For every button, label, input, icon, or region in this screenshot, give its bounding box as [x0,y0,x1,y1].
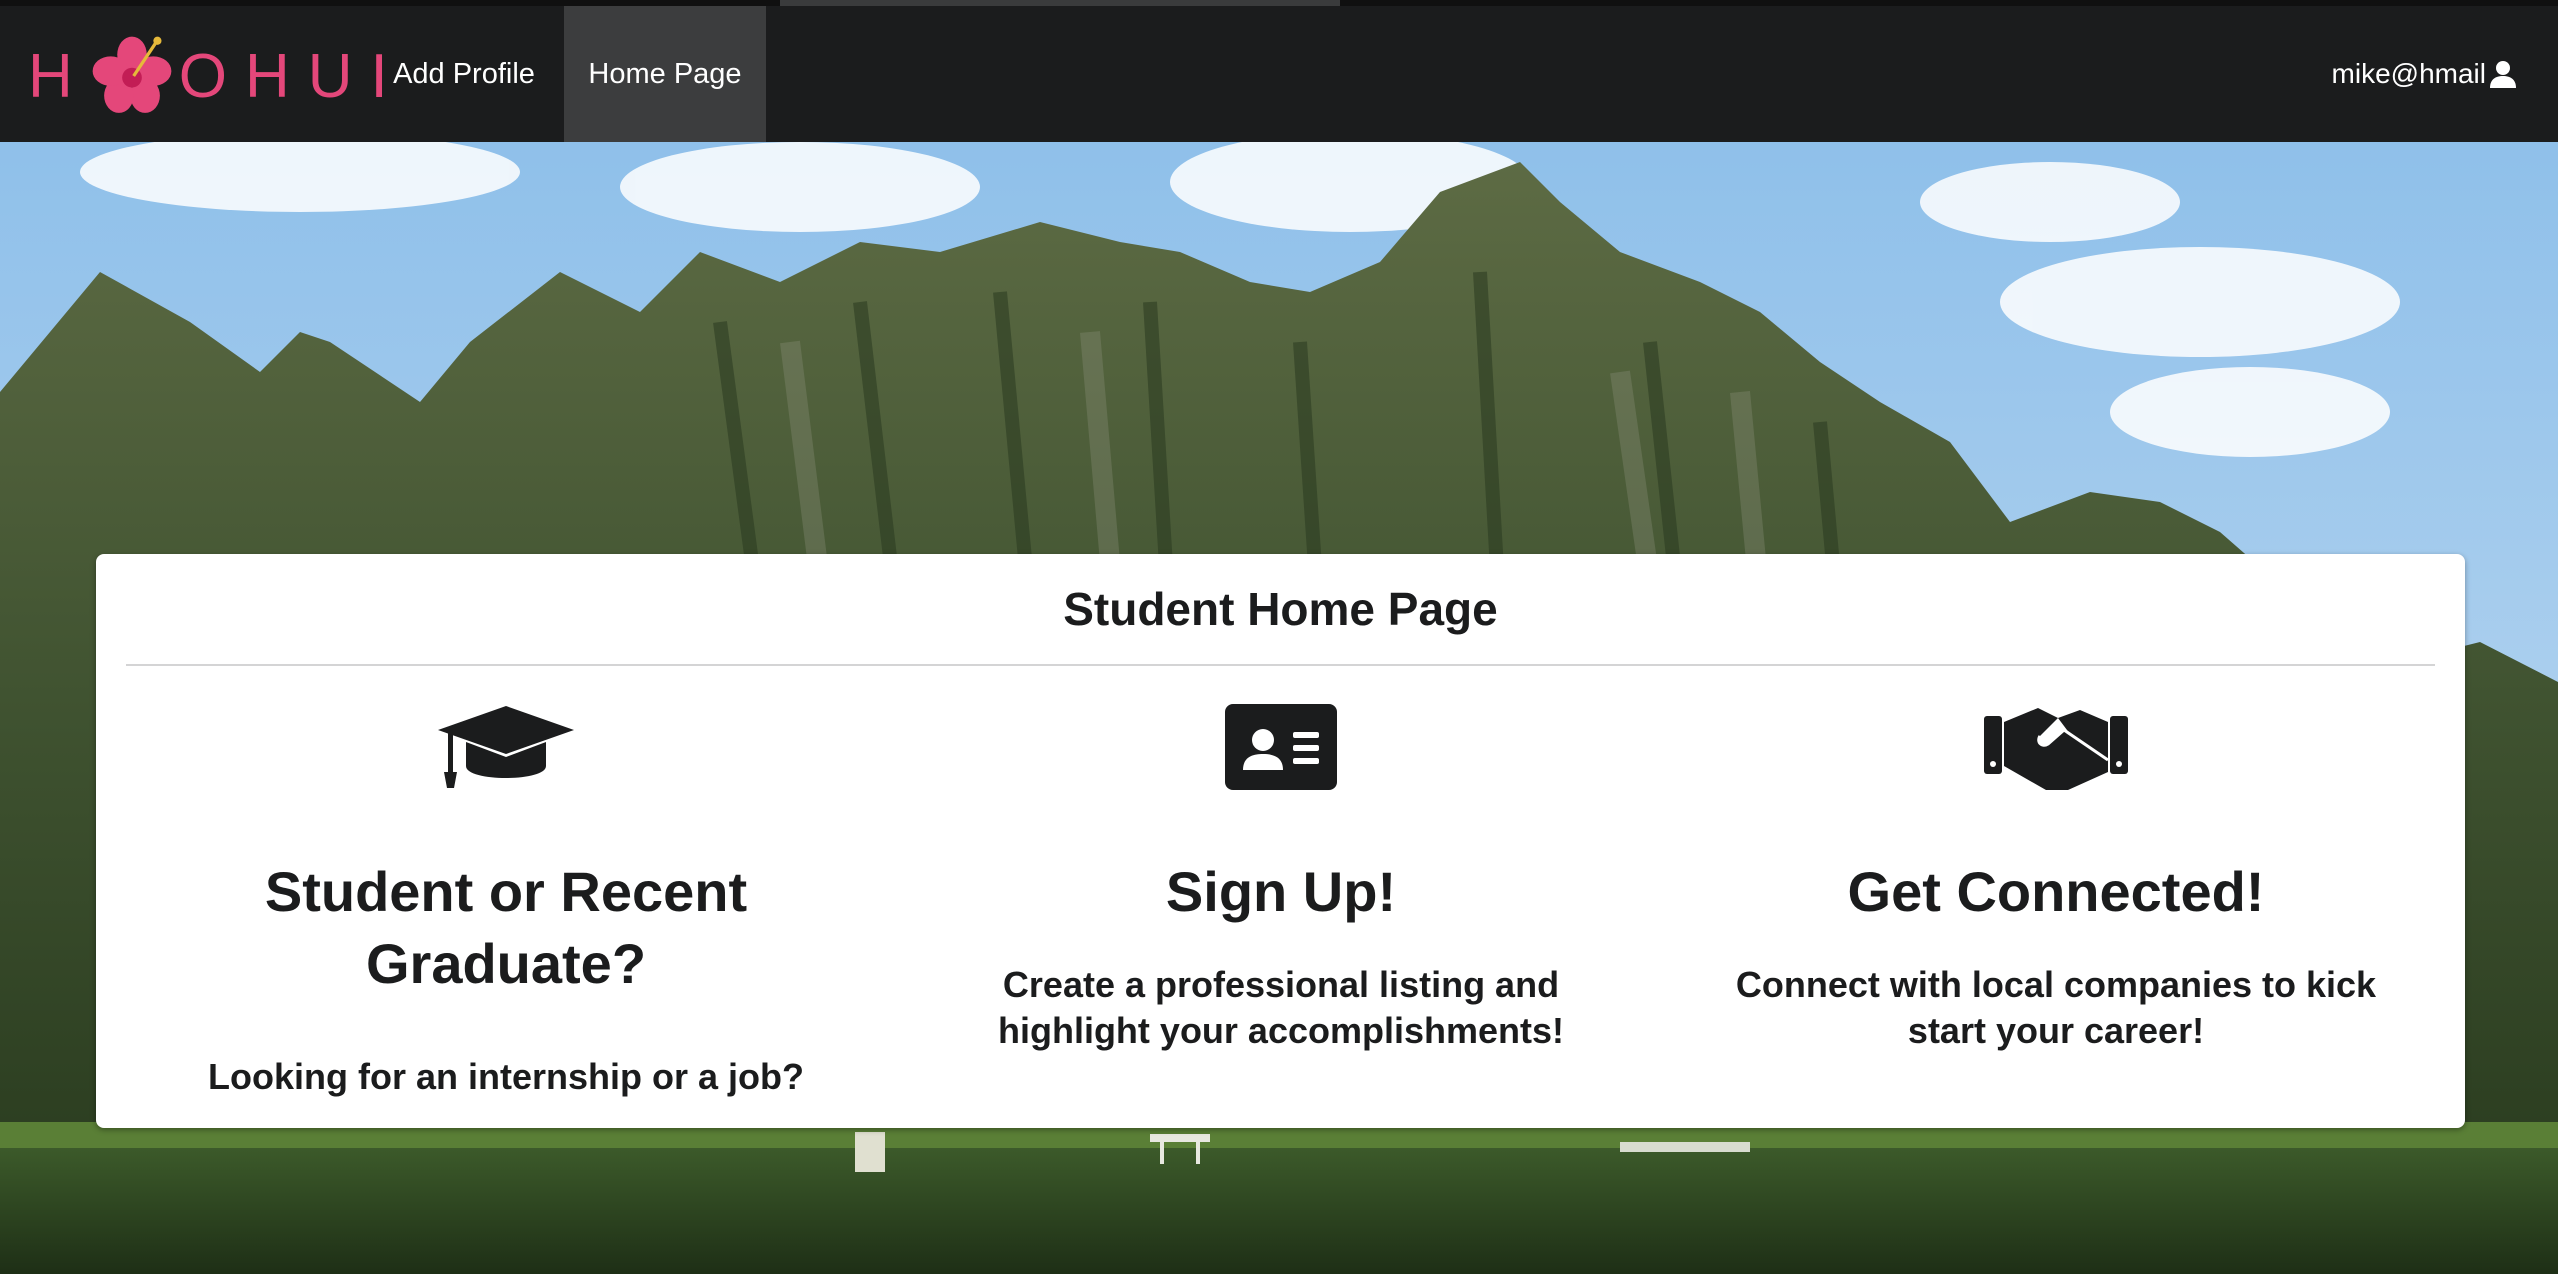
graduation-cap-icon [438,706,574,788]
page-title: Student Home Page [126,554,2435,666]
user-menu[interactable]: mike@hmail [2332,6,2518,142]
hibiscus-icon [92,36,172,113]
navbar-top-accent [780,0,1340,6]
handshake-icon [1984,708,2128,790]
sign-up-heading: Sign Up! [1165,860,1397,923]
id-card-icon [1225,704,1337,790]
student-home-card: Student Home Page Student or Recent Grad… [96,554,2465,1128]
top-navbar: H OHUI Add Profile Home Page mike@hmail [0,0,2558,142]
get-connected-heading: Get Connected! [1847,860,2265,923]
get-connected-column: Get Connected! Connect with local compan… [1671,704,2441,1054]
nav-home-page[interactable]: Home Page [564,6,766,142]
user-icon [2490,61,2516,88]
logo-letter-h: H [28,41,91,111]
sign-up-column: Sign Up! Create a professional listing a… [896,704,1666,1054]
student-graduate-column: Student or Recent Graduate? Looking for … [121,704,891,1100]
nav-add-profile-label: Add Profile [393,57,535,90]
get-connected-text: Connect with local companies to kick sta… [1735,964,2377,1051]
sign-up-text: Create a professional listing and highli… [997,964,1565,1051]
nav-add-profile[interactable]: Add Profile [366,6,562,142]
student-graduate-text: Looking for an internship or a job? [208,1056,804,1097]
nav-home-page-label: Home Page [588,57,742,90]
student-graduate-heading: Student or Recent Graduate? [264,860,748,995]
site-logo[interactable]: H OHUI [28,28,406,124]
user-email: mike@hmail [2331,58,2486,89]
